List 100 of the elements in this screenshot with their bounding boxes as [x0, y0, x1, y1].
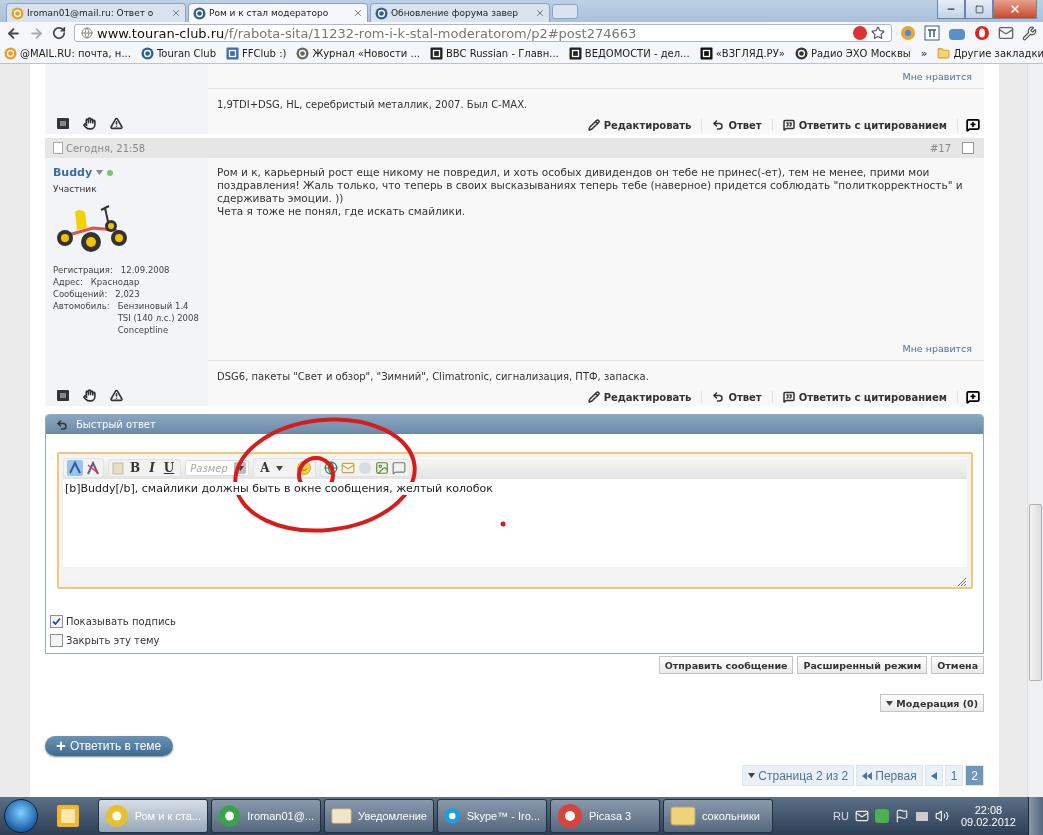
taskbar-item[interactable]: Iroman01@...: [211, 799, 321, 833]
warning-icon[interactable]: [109, 116, 123, 130]
option-checkbox[interactable]: Показывать подпись: [49, 615, 974, 628]
bookmark-link[interactable]: FFClub :): [226, 47, 287, 60]
maximize-button[interactable]: [965, 0, 993, 19]
like-link[interactable]: Мне нравится: [902, 342, 973, 354]
page-link[interactable]: 1: [944, 765, 964, 786]
remove-format-icon[interactable]: [85, 461, 100, 475]
checkbox[interactable]: [49, 634, 63, 647]
caret-icon: [886, 700, 894, 706]
bookmark-link[interactable]: Журнал «Новости ...: [296, 47, 420, 60]
browser-tab[interactable]: Обновление форума завер: [370, 3, 550, 22]
format-button[interactable]: U: [160, 461, 178, 475]
volume-icon[interactable]: [934, 809, 949, 823]
message-input[interactable]: [b]Buddy[/b], смайлики должны быть в окне сообщения, желтый колобок: [62, 479, 968, 567]
form-button[interactable]: Расширенный режим: [797, 656, 928, 674]
back-icon[interactable]: [6, 25, 21, 41]
stop-sign-icon[interactable]: [853, 26, 867, 40]
panel-title: Быстрый ответ: [75, 419, 156, 430]
info-label: Регистрация:: [52, 264, 113, 276]
start-button[interactable]: [4, 799, 38, 833]
bookmark-link[interactable]: Touran Club: [140, 47, 216, 60]
close-icon[interactable]: [171, 8, 181, 18]
square-logo-icon: [430, 47, 443, 60]
edit-link[interactable]: Редактировать: [577, 119, 703, 131]
text-color-button[interactable]: A: [257, 461, 273, 475]
pinwheel-icon[interactable]: [900, 25, 916, 41]
reload-icon[interactable]: [52, 26, 66, 40]
edit-link[interactable]: Редактировать: [577, 391, 703, 403]
mail-icon[interactable]: [854, 809, 869, 823]
scrollbar-thumb[interactable]: [1029, 504, 1042, 681]
bookmark-link[interactable]: ВЕДОМОСТИ - дел...: [568, 47, 690, 60]
option-checkbox[interactable]: Закрыть эту тему: [49, 634, 974, 647]
square-logo-icon: [699, 47, 713, 60]
pi-icon[interactable]: [924, 25, 940, 41]
image-icon[interactable]: [374, 461, 389, 475]
bookmark-link[interactable]: @MAIL.RU: почта, н...: [4, 47, 131, 60]
bookmark-link[interactable]: BBC Russian - Главн...: [430, 47, 559, 60]
select-checkbox[interactable]: [962, 142, 975, 154]
more-bookmarks-button[interactable]: »: [920, 47, 928, 60]
clock[interactable]: 22:08 09.02.2012: [954, 804, 1022, 828]
quote-icon[interactable]: [391, 461, 406, 475]
star-icon[interactable]: [871, 26, 885, 40]
hand-icon[interactable]: [82, 116, 96, 130]
quote-link[interactable]: Ответить с цитированием: [772, 391, 959, 403]
square-logo-icon: [226, 47, 239, 60]
ip-icon[interactable]: [56, 389, 69, 401]
browser-tab[interactable]: Iroman01@mail.ru: Ответ о: [6, 3, 186, 22]
reply-link[interactable]: Ответ: [702, 391, 773, 403]
signature-text: DSG6, пакеты "Свет и обзор", "Зимний", Climatronic, сигнализация, ПТФ, запаска.: [215, 370, 650, 384]
font-style-icon[interactable]: [66, 460, 83, 476]
info-label: Адрес:: [52, 276, 83, 288]
browser-tab[interactable]: Ром и к стал модераторо: [188, 3, 368, 22]
calendar-icon[interactable]: [55, 803, 81, 829]
post-date: Сегодня, 21:58: [65, 142, 146, 154]
taskbar-item[interactable]: Уведомление: [324, 799, 434, 833]
taskbar-item[interactable]: сокольники: [663, 799, 773, 833]
format-button[interactable]: I: [146, 461, 158, 475]
network-icon[interactable]: [914, 809, 929, 823]
show-desktop-button[interactable]: [1028, 797, 1043, 835]
taskbar-item[interactable]: Picasa 3: [550, 799, 660, 833]
hand-icon[interactable]: [82, 388, 96, 402]
form-button[interactable]: Отправить сообщение: [658, 656, 794, 674]
address-bar[interactable]: www.touran-club.ru/f/rabota-sita/11232-rom-i-k-stal-moderatorom/p2#post274663: [74, 24, 892, 42]
bookmark-link[interactable]: «ВЗГЛЯД.РУ»: [699, 47, 785, 60]
multi-quote-icon[interactable]: [966, 118, 981, 132]
reply-link[interactable]: Ответ: [702, 119, 773, 131]
flag-icon[interactable]: [894, 809, 909, 823]
shield-icon[interactable]: [874, 809, 889, 823]
multi-quote-icon[interactable]: [966, 390, 981, 404]
scrollbar[interactable]: [1027, 64, 1043, 797]
resize-grip-icon[interactable]: [957, 577, 968, 587]
square-logo-icon: [568, 47, 582, 60]
ip-icon[interactable]: [56, 117, 69, 129]
minimize-button[interactable]: [937, 0, 965, 19]
format-button[interactable]: B: [126, 461, 144, 475]
moderation-button[interactable]: Модерация (0): [880, 694, 985, 712]
taskbar-item[interactable]: Skype™ - Iro...: [437, 799, 547, 833]
link-icon[interactable]: [323, 461, 338, 475]
signature-text: 1,9TDI+DSG, HL, серебристый металлик, 2007. Был C-MAX.: [215, 98, 529, 112]
quote-link[interactable]: Ответить с цитированием: [772, 119, 959, 131]
other-bookmarks-folder[interactable]: Другие закладки: [937, 47, 1043, 60]
reply-in-thread-button[interactable]: Ответить в теме: [44, 736, 174, 756]
close-icon[interactable]: [535, 8, 545, 18]
warning-icon[interactable]: [109, 388, 123, 402]
language-indicator[interactable]: RU: [833, 810, 849, 822]
first-page-link[interactable]: Первая: [856, 765, 923, 786]
previous-page-link[interactable]: [924, 765, 943, 786]
mail-icon[interactable]: [998, 25, 1014, 41]
quote-bubble-icon: [782, 119, 795, 131]
settings-icon[interactable]: [1022, 25, 1037, 41]
page-indicator[interactable]: Страница 2 из 2: [742, 765, 855, 786]
close-icon[interactable]: [353, 8, 363, 18]
author-name[interactable]: Buddy: [52, 166, 93, 179]
opera-icon[interactable]: [974, 25, 990, 41]
checkbox[interactable]: [49, 615, 63, 628]
like-link[interactable]: Мне нравится: [902, 70, 973, 82]
close-button[interactable]: [993, 0, 1037, 19]
bookmark-link[interactable]: Радио ЭХО Москвы: [794, 47, 911, 60]
form-button[interactable]: Отмена: [931, 656, 985, 674]
